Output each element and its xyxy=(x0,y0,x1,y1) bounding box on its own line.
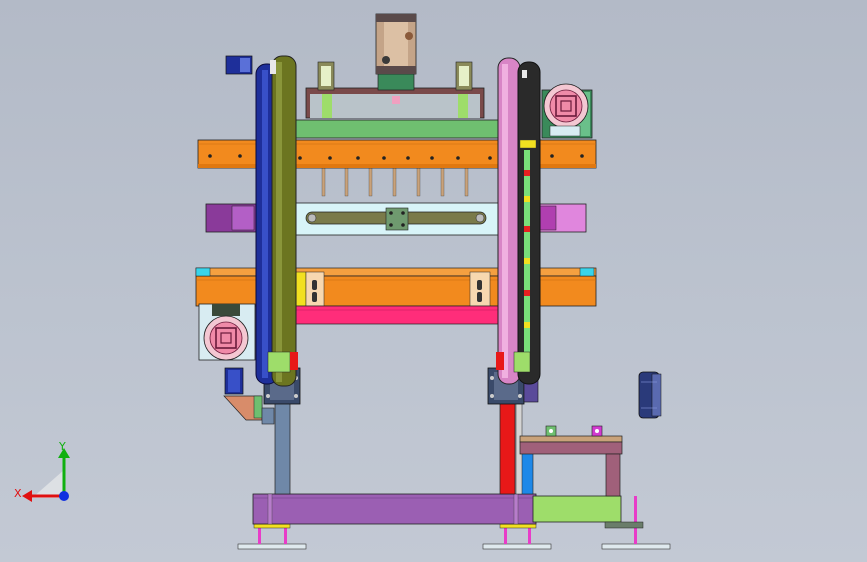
x-axis-label: X xyxy=(14,487,22,500)
coordinate-triad[interactable]: Y X xyxy=(12,440,82,510)
gear-motor-left xyxy=(198,303,256,361)
machine-model[interactable] xyxy=(0,0,867,562)
pins-row xyxy=(321,165,469,197)
side-table-top xyxy=(519,435,623,443)
yellow-pad xyxy=(253,523,291,529)
leveling-bolt xyxy=(634,496,637,544)
left-column xyxy=(274,399,291,495)
side-table xyxy=(519,425,623,497)
right-column-blue xyxy=(520,451,534,495)
yellow-pad xyxy=(499,523,537,529)
foot-plate-left xyxy=(237,543,307,550)
foot-plate-mid xyxy=(482,543,552,550)
y-axis-label: Y xyxy=(58,440,66,453)
green-base-block xyxy=(532,495,622,523)
triad-base-shadow xyxy=(32,470,64,498)
gear-motor-right xyxy=(541,83,593,139)
foot-plate-right xyxy=(601,543,671,550)
cad-viewport[interactable]: Y X xyxy=(0,0,867,562)
z-axis-dot-icon xyxy=(59,491,69,501)
x-axis-head-icon xyxy=(22,490,32,502)
pink-bar xyxy=(289,305,501,325)
purple-base-beam xyxy=(252,493,537,525)
base-frame xyxy=(237,493,671,550)
top-cylinder-assembly xyxy=(305,13,485,119)
bearing-blocks xyxy=(263,367,539,405)
round-motor-right xyxy=(638,371,662,419)
right-wheel xyxy=(496,57,541,385)
